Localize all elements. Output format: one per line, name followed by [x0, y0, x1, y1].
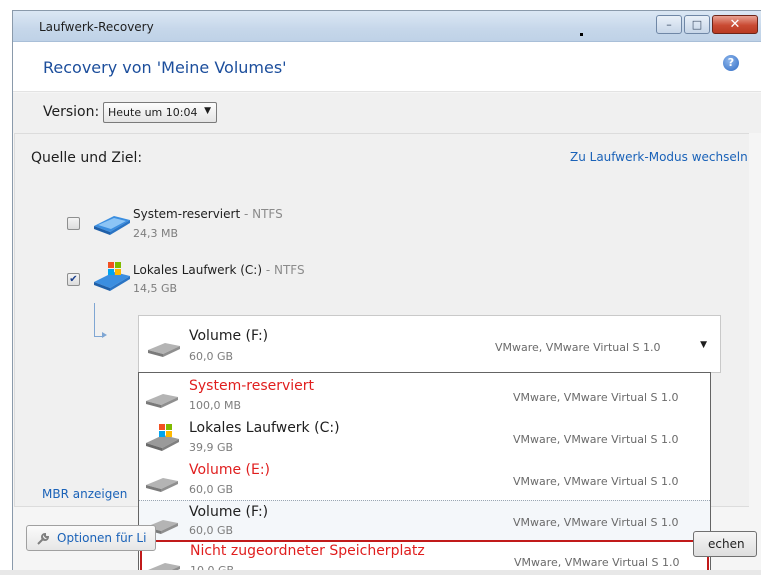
dialog-header: Recovery von 'Meine Volumes' ? — [13, 42, 761, 92]
windows-drive-icon — [146, 424, 179, 451]
close-button[interactable]: ✕ — [712, 15, 758, 34]
wrench-icon — [37, 532, 50, 545]
chevron-down-icon: ▼ — [204, 106, 211, 116]
target-volume-dropdown: System-reserviert 100,0 MB VMware, VMwar… — [138, 372, 711, 575]
dropdown-item-size: 39,9 GB — [189, 441, 234, 454]
dropdown-item-size: 60,0 GB — [189, 524, 234, 537]
close-icon: ✕ — [729, 17, 741, 32]
maximize-icon: □ — [691, 18, 703, 31]
hard-drive-icon — [146, 478, 178, 492]
dropdown-item-vendor: VMware, VMware Virtual S 1.0 — [513, 391, 679, 404]
page-title: Recovery von 'Meine Volumes' — [43, 58, 287, 77]
target-volume-title: Volume (F:) — [189, 328, 269, 344]
target-volume-size: 60,0 GB — [189, 350, 234, 363]
version-selected-value: Heute um 10:04 — [108, 106, 198, 119]
target-volume-vendor: VMware, VMware Virtual S 1.0 — [495, 341, 661, 354]
recovery-options-label: Optionen für Li — [57, 531, 147, 545]
minimize-button[interactable]: – — [656, 15, 682, 34]
bottom-edge — [0, 570, 761, 575]
version-select[interactable]: Heute um 10:04 ▼ — [103, 102, 217, 123]
dropdown-item-size: 60,0 GB — [189, 483, 234, 496]
arrow-right-icon — [102, 332, 107, 338]
dropdown-item-title: System-reserviert — [189, 378, 315, 394]
hard-drive-icon — [148, 343, 180, 357]
dropdown-item[interactable]: Volume (E:) 60,0 GB VMware, VMware Virtu… — [139, 459, 710, 501]
minimize-icon: – — [666, 18, 672, 31]
dropdown-item-vendor: VMware, VMware Virtual S 1.0 — [514, 556, 680, 569]
recovery-options-button[interactable]: Optionen für Li — [26, 525, 156, 551]
target-volume-select[interactable]: Volume (F:) 60,0 GB VMware, VMware Virtu… — [138, 315, 721, 373]
source-item-name: System-reserviert - NTFS — [133, 207, 283, 221]
dropdown-item-title: Lokales Laufwerk (C:) — [189, 420, 340, 436]
cancel-button[interactable]: echen — [693, 531, 757, 557]
dropdown-item-vendor: VMware, VMware Virtual S 1.0 — [513, 516, 679, 529]
source-item-name: Lokales Laufwerk (C:) - NTFS — [133, 263, 305, 277]
dropdown-item-size: 100,0 MB — [189, 399, 242, 412]
source-item-size: 24,3 MB — [133, 227, 179, 240]
dropdown-item-vendor: VMware, VMware Virtual S 1.0 — [513, 475, 679, 488]
source-target-label: Quelle und Ziel: — [31, 150, 143, 166]
dropdown-item-highlighted[interactable]: Volume (F:) 60,0 GB VMware, VMware Virtu… — [139, 500, 710, 542]
dropdown-item-title: Volume (F:) — [189, 504, 269, 520]
version-label: Version: — [43, 104, 100, 120]
chevron-down-icon: ▼ — [700, 340, 707, 350]
maximize-button[interactable]: □ — [684, 15, 710, 34]
cancel-button-label: echen — [708, 537, 745, 551]
text-caret — [580, 33, 583, 36]
dropdown-item[interactable]: System-reserviert 100,0 MB VMware, VMwar… — [139, 375, 710, 417]
title-bar[interactable]: Laufwerk-Recovery – □ ✕ — [13, 11, 761, 42]
dropdown-item-title: Nicht zugeordneter Speicherplatz — [190, 543, 425, 559]
switch-disk-mode-link[interactable]: Zu Laufwerk-Modus wechseln — [570, 150, 748, 164]
version-row: Version: Heute um 10:04 ▼ — [13, 93, 761, 133]
windows-drive-icon — [94, 262, 130, 291]
checkbox-local-drive-c[interactable]: ✔ — [67, 273, 80, 286]
hard-drive-icon — [146, 394, 178, 408]
dropdown-item-vendor: VMware, VMware Virtual S 1.0 — [513, 433, 679, 446]
hard-drive-icon — [94, 216, 130, 235]
dropdown-item-title: Volume (E:) — [189, 462, 271, 478]
dropdown-item[interactable]: Lokales Laufwerk (C:) 39,9 GB VMware, VM… — [139, 417, 710, 459]
window-title: Laufwerk-Recovery — [39, 20, 154, 34]
show-mbr-link[interactable]: MBR anzeigen — [42, 487, 127, 501]
help-icon[interactable]: ? — [723, 55, 739, 71]
source-item-size: 14,5 GB — [133, 282, 178, 295]
checkbox-system-reserved[interactable] — [67, 217, 80, 230]
